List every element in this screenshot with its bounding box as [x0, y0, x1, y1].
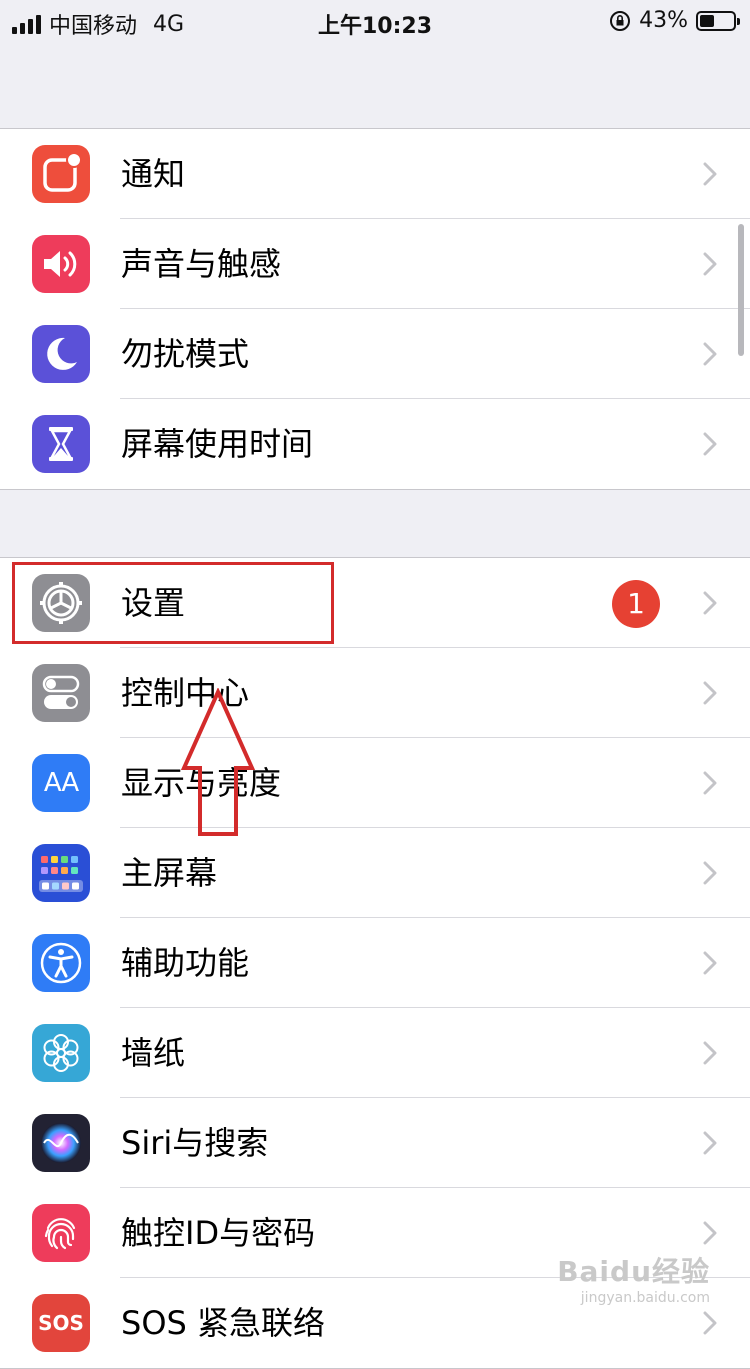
settings-row-control-center[interactable]: 控制中心 [0, 648, 750, 738]
notifications-icon [32, 145, 90, 203]
highlight-box [12, 562, 334, 644]
watermark-brand: Baidu经验 [557, 1255, 710, 1288]
row-label: 触控ID与密码 [121, 1214, 316, 1252]
text-size-glyph: AA [43, 768, 79, 798]
row-label: 辅助功能 [121, 944, 250, 982]
settings-row-sounds-haptics[interactable]: 声音与触感 [0, 219, 750, 309]
row-label: SOS 紧急联络 [121, 1304, 325, 1342]
scrollbar[interactable] [738, 224, 744, 356]
home-screen-icon [32, 844, 90, 902]
chevron-right-icon [703, 771, 717, 795]
row-label: 主屏幕 [121, 854, 218, 892]
row-label: Siri与搜索 [121, 1124, 269, 1162]
settings-row-do-not-disturb[interactable]: 勿扰模式 [0, 309, 750, 399]
settings-group-2: 设置 1 控制中心 AA 显示与亮度 主屏幕 辅助功能 墙纸 Siri与搜索 触… [0, 557, 750, 1369]
accessibility-icon [32, 934, 90, 992]
chevron-right-icon [703, 342, 717, 366]
status-right: 43% [609, 8, 740, 33]
chevron-right-icon [703, 1311, 717, 1335]
toggles-icon [32, 664, 90, 722]
row-label: 墙纸 [121, 1034, 186, 1072]
chevron-right-icon [703, 1131, 717, 1155]
settings-row-display-brightness[interactable]: AA 显示与亮度 [0, 738, 750, 828]
flower-icon [32, 1024, 90, 1082]
orientation-lock-icon [610, 10, 631, 31]
row-label: 勿扰模式 [121, 335, 250, 373]
speaker-icon [32, 235, 90, 293]
watermark-url: jingyan.baidu.com [580, 1290, 710, 1306]
notification-badge: 1 [612, 580, 660, 628]
battery-icon [696, 10, 740, 31]
text-size-icon: AA [32, 754, 90, 812]
chevron-right-icon [703, 951, 717, 975]
row-label: 通知 [121, 155, 186, 193]
fingerprint-icon [32, 1204, 90, 1262]
sos-icon: SOS [32, 1294, 90, 1352]
moon-icon [32, 325, 90, 383]
settings-row-accessibility[interactable]: 辅助功能 [0, 918, 750, 1008]
chevron-right-icon [703, 432, 717, 456]
settings-row-notifications[interactable]: 通知 [0, 129, 750, 219]
row-label: 屏幕使用时间 [121, 425, 314, 463]
chevron-right-icon [703, 861, 717, 885]
battery-fill [700, 14, 714, 27]
settings-row-screen-time[interactable]: 屏幕使用时间 [0, 399, 750, 489]
siri-icon [32, 1114, 90, 1172]
chevron-right-icon [703, 681, 717, 705]
row-label: 声音与触感 [121, 245, 282, 283]
watermark: Baidu经验 jingyan.baidu.com [557, 1250, 710, 1306]
chevron-right-icon [703, 252, 717, 276]
sos-glyph: SOS [38, 1311, 84, 1335]
up-arrow-annotation [180, 688, 256, 836]
settings-row-wallpaper[interactable]: 墙纸 [0, 1008, 750, 1098]
status-bar: 中国移动 4G 上午10:23 43% [0, 0, 750, 44]
chevron-right-icon [703, 162, 717, 186]
chevron-right-icon [703, 1041, 717, 1065]
battery-percent: 43% [639, 8, 688, 33]
hourglass-icon [32, 415, 90, 473]
chevron-right-icon [703, 1221, 717, 1245]
settings-row-home-screen[interactable]: 主屏幕 [0, 828, 750, 918]
settings-group-1: 通知 声音与触感 勿扰模式 屏幕使用时间 [0, 128, 750, 490]
chevron-right-icon [703, 591, 717, 615]
settings-row-siri-search[interactable]: Siri与搜索 [0, 1098, 750, 1188]
